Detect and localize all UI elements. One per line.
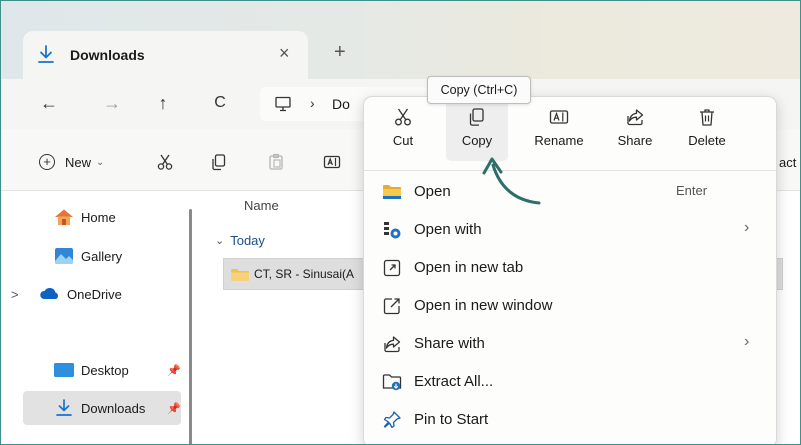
paste-icon[interactable] xyxy=(267,153,285,171)
chevron-right-icon: › xyxy=(744,219,750,236)
pin-icon: 📌 xyxy=(167,365,181,377)
group-header-today[interactable]: ⌄ Today xyxy=(215,233,265,248)
menu-item-label: Open in new window xyxy=(414,297,553,314)
group-label: Today xyxy=(230,233,265,248)
copy-icon xyxy=(469,108,484,126)
delete-icon xyxy=(700,109,714,126)
context-menu: Cut Copy Rename Share Delete Open Enter … xyxy=(363,96,778,444)
share-icon xyxy=(384,336,401,353)
sidebar-item-gallery[interactable]: Gallery xyxy=(25,241,185,271)
sidebar-item-downloads[interactable]: Downloads xyxy=(25,393,185,423)
tab-title: Downloads xyxy=(70,47,145,63)
share-icon xyxy=(627,109,644,126)
share-button[interactable]: Share xyxy=(600,107,670,159)
share-label: Share xyxy=(617,133,653,148)
explorer-window: Downloads × + ← → ↑ C › Do + New ⌄ act H… xyxy=(0,0,801,445)
menu-item-open-in-new-window[interactable]: Open in new window xyxy=(364,286,778,324)
gallery-icon xyxy=(55,248,73,264)
extract-button-label[interactable]: act xyxy=(779,155,796,170)
cut-button[interactable]: Cut xyxy=(368,107,438,159)
file-name: CT, SR - Sinusai(A xyxy=(254,267,355,281)
close-tab-button[interactable]: × xyxy=(279,43,290,63)
menu-item-share-with[interactable]: Share with › xyxy=(364,324,778,362)
chevron-down-icon: ⌄ xyxy=(96,156,105,168)
pin-icon xyxy=(383,411,401,429)
cut-icon xyxy=(395,108,411,126)
new-tab-button[interactable]: + xyxy=(334,41,346,63)
new-window-icon xyxy=(383,298,400,315)
title-bar: Downloads × + xyxy=(1,1,800,79)
menu-item-extract-all[interactable]: Extract All... xyxy=(364,362,778,400)
menu-item-open-with[interactable]: Open with › xyxy=(364,210,778,248)
add-icon: + xyxy=(39,154,55,170)
nav-pane-scrollbar[interactable] xyxy=(189,209,192,444)
menu-item-open-in-new-tab[interactable]: Open in new tab xyxy=(364,248,778,286)
new-button[interactable]: + New ⌄ xyxy=(39,151,104,173)
sidebar-item-label: Downloads xyxy=(81,400,146,416)
menu-item-label: Open with xyxy=(414,221,482,238)
desktop-icon xyxy=(54,363,74,377)
folder-icon xyxy=(231,269,249,281)
rename-label: Rename xyxy=(534,133,584,148)
copy-tooltip: Copy (Ctrl+C) xyxy=(427,76,531,104)
breadcrumb-downloads[interactable]: Do xyxy=(332,96,350,112)
chevron-right-icon[interactable]: > xyxy=(11,287,25,302)
refresh-button[interactable]: C xyxy=(209,92,231,114)
new-tab-icon xyxy=(383,259,401,277)
menu-item-label: Pin to Start xyxy=(414,411,489,428)
cut-label: Cut xyxy=(392,133,414,148)
menu-item-label: Open in new tab xyxy=(414,259,524,276)
up-button[interactable]: ↑ xyxy=(152,92,174,114)
column-header-name[interactable]: Name xyxy=(244,198,279,213)
menu-item-label: Open xyxy=(414,183,451,200)
download-icon xyxy=(38,45,54,63)
delete-button[interactable]: Delete xyxy=(672,107,742,159)
open-with-icon xyxy=(384,222,401,239)
navigation-pane: Home Gallery > OneDrive Desktop 📌 Downlo… xyxy=(1,191,201,444)
sidebar-item-label: OneDrive xyxy=(67,286,122,302)
sidebar-item-label: Home xyxy=(81,209,116,225)
menu-item-label: Share with xyxy=(414,335,485,352)
delete-label: Delete xyxy=(688,133,726,148)
sidebar-item-label: Gallery xyxy=(81,248,123,264)
folder-icon xyxy=(383,185,401,199)
sidebar-item-desktop[interactable]: Desktop xyxy=(25,355,185,385)
pin-icon: 📌 xyxy=(167,403,181,415)
new-button-label: New xyxy=(65,154,92,170)
download-icon xyxy=(56,399,72,416)
menu-item-open[interactable]: Open Enter xyxy=(364,172,778,210)
menu-item-label: Extract All... xyxy=(414,373,494,390)
menu-divider xyxy=(364,170,778,171)
breadcrumb-separator: › xyxy=(310,95,315,111)
rename-icon[interactable] xyxy=(323,153,341,171)
rename-icon xyxy=(549,110,569,124)
this-pc-icon xyxy=(275,96,291,112)
menu-item-pin-to-start[interactable]: Pin to Start xyxy=(364,400,778,438)
copy-button[interactable]: Copy xyxy=(442,107,512,159)
home-icon xyxy=(55,209,73,225)
sidebar-item-label: Desktop xyxy=(81,362,129,378)
shortcut-hint: Enter xyxy=(676,183,708,198)
copy-label: Copy xyxy=(461,133,493,148)
back-button[interactable]: ← xyxy=(38,92,60,114)
chevron-right-icon: › xyxy=(744,333,750,350)
forward-button[interactable]: → xyxy=(101,92,123,114)
quick-actions-row: Cut Copy Rename Share Delete xyxy=(364,97,778,165)
copy-icon[interactable] xyxy=(210,153,228,171)
chevron-down-icon: ⌄ xyxy=(215,235,225,247)
tab-downloads[interactable]: Downloads × xyxy=(23,31,308,79)
sidebar-item-home[interactable]: Home xyxy=(25,202,185,232)
extract-icon xyxy=(382,374,402,391)
cut-icon[interactable] xyxy=(156,153,174,171)
rename-button[interactable]: Rename xyxy=(524,107,594,159)
sidebar-item-onedrive[interactable]: > OneDrive xyxy=(11,279,185,309)
onedrive-icon xyxy=(40,288,58,299)
